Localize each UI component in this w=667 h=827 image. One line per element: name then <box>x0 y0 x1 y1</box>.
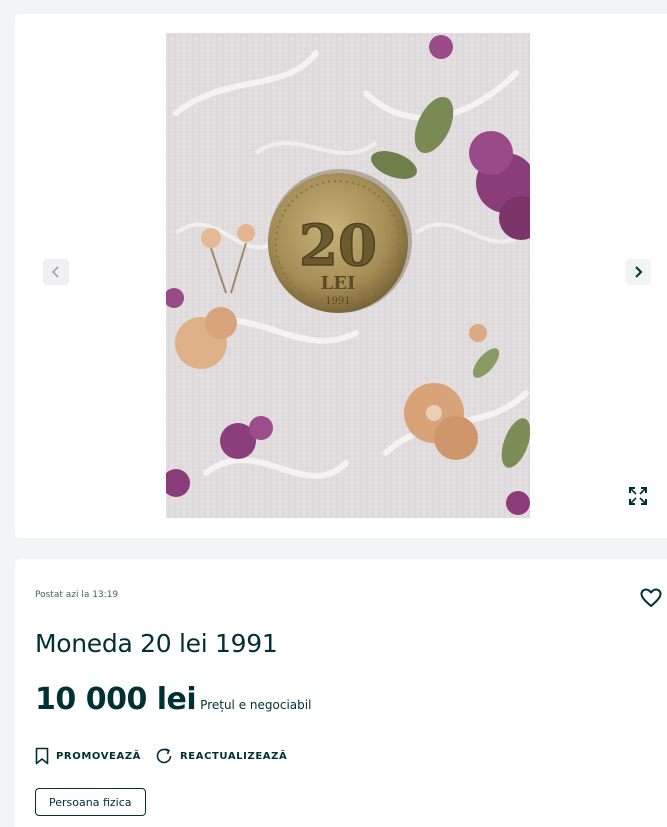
negotiable-label: Prețul e negociabil <box>200 698 312 712</box>
seller-type-tag: Persoana fizica <box>35 788 146 816</box>
coin-year: 1991 <box>325 296 350 307</box>
bookmark-icon <box>35 747 49 765</box>
image-gallery: 20 LEI 1991 <box>15 14 667 538</box>
expand-icon <box>629 487 647 505</box>
refresh-button[interactable]: REACTUALIZEAZĂ <box>155 747 287 765</box>
fullscreen-button[interactable] <box>625 483 651 509</box>
listing-title: Moneda 20 lei 1991 <box>35 629 278 658</box>
refresh-icon <box>156 748 172 764</box>
refresh-label: REACTUALIZEAZĂ <box>180 750 288 762</box>
favorite-button[interactable] <box>639 586 663 610</box>
chevron-right-icon <box>635 266 643 278</box>
next-image-button[interactable] <box>625 259 651 285</box>
coin-denomination: 20 <box>299 213 377 279</box>
price: 10 000 lei <box>35 682 197 717</box>
chevron-left-icon <box>51 266 59 278</box>
listing-photo[interactable]: 20 LEI 1991 <box>166 33 530 518</box>
previous-image-button[interactable] <box>43 259 69 285</box>
posted-date: Postat azi la 13:19 <box>35 590 119 600</box>
listing-details: Postat azi la 13:19 Moneda 20 lei 1991 1… <box>15 559 667 827</box>
promote-button[interactable]: PROMOVEAZĂ <box>35 747 141 765</box>
coin-unit: LEI <box>321 273 356 294</box>
heart-icon <box>640 588 662 607</box>
promote-label: PROMOVEAZĂ <box>56 750 142 762</box>
price-row: 10 000 lei Prețul e negociabil <box>35 682 311 717</box>
